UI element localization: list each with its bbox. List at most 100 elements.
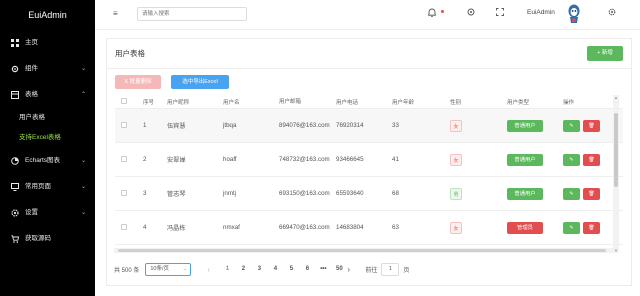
table-row: 3 管志琴 jnmtj 693150@163.com 65593640 68 男… — [115, 177, 623, 211]
prev-page-icon[interactable]: ‹ — [207, 265, 219, 274]
vertical-scrollbar[interactable]: ▲ ▼ — [613, 95, 619, 253]
delete-button[interactable]: 🗑 — [583, 187, 600, 200]
fullscreen-icon[interactable] — [496, 8, 504, 18]
next-page-icon[interactable]: › — [347, 265, 359, 274]
grid-icon — [11, 39, 19, 47]
export-excel-button[interactable]: 选中导出Excel — [171, 75, 229, 89]
column-header: 用户电话 — [336, 100, 359, 106]
user-type-badge[interactable]: 普通用户 — [507, 187, 543, 200]
page-number[interactable]: 5 — [283, 266, 299, 272]
row-username: jnmtj — [223, 190, 237, 197]
user-table: 序号 用户昵称 用户名 用户邮箱 用户电话 用户年龄 性别 用户类型 操作 1 … — [115, 96, 623, 245]
row-index: 3 — [143, 190, 147, 197]
sidebar-subitem-excel-table[interactable]: 支持Excel表格 — [0, 128, 95, 148]
row-age: 68 — [392, 190, 399, 197]
monitor-icon — [11, 183, 19, 191]
sidebar-item-settings[interactable]: 设置 ⌄ — [0, 200, 95, 226]
sidebar-item-label: 常用页面 — [25, 183, 51, 190]
page-number[interactable]: 50 — [331, 266, 347, 272]
page-size-select[interactable]: 10条/页 ⌄ — [145, 262, 192, 276]
row-nickname: 管志琴 — [167, 191, 186, 198]
row-email: 894076@163.com — [279, 122, 330, 129]
scroll-up-icon[interactable]: ▲ — [613, 95, 619, 100]
delete-button[interactable]: 🗑 — [583, 119, 600, 132]
row-username: hoaff — [223, 156, 237, 163]
user-type-badge[interactable]: 普通用户 — [507, 119, 543, 132]
page-number[interactable]: 2 — [235, 266, 251, 272]
page-number[interactable]: 3 — [251, 266, 267, 272]
app-title: EuiAdmin — [28, 10, 67, 20]
top-header: ≡ EuiAdmin — [95, 0, 640, 30]
delete-button[interactable]: 🗑 — [583, 153, 600, 166]
sidebar-item-home[interactable]: 主页 — [0, 30, 95, 56]
page-suffix: 页 — [403, 267, 410, 274]
skin-icon[interactable] — [467, 8, 475, 18]
scrollbar-thumb[interactable] — [614, 113, 618, 187]
search-input[interactable] — [137, 7, 247, 21]
row-age: 63 — [392, 224, 399, 231]
sex-tag: 女 — [450, 153, 462, 166]
edit-button[interactable]: ✎ — [563, 119, 580, 132]
chart-icon — [11, 157, 19, 165]
row-index: 2 — [143, 156, 147, 163]
chevron-down-icon: ⌄ — [183, 265, 188, 272]
row-nickname: 伍宾慧 — [167, 123, 186, 130]
table-row: 4 冯晶栋 nmxaf 669470@163.com 14683804 63 女… — [115, 211, 623, 245]
user-name[interactable]: EuiAdmin — [527, 9, 555, 16]
row-checkbox[interactable] — [121, 155, 127, 162]
edit-button[interactable]: ✎ — [563, 221, 580, 234]
table-header-row: 序号 用户昵称 用户名 用户邮箱 用户电话 用户年龄 性别 用户类型 操作 — [115, 96, 623, 109]
row-phone: 65593640 — [336, 190, 364, 197]
row-email: 748732@163.com — [279, 156, 330, 163]
page-number[interactable]: 1 — [219, 266, 235, 272]
table-row: 2 安翠婵 hoaff 748732@163.com 93466645 41 女… — [115, 143, 623, 177]
divider — [107, 68, 631, 69]
chevron-down-icon: ⌄ — [80, 210, 86, 216]
row-username: nmxaf — [223, 224, 240, 231]
scrollbar-thumb[interactable] — [118, 249, 606, 252]
column-header: 用户类型 — [507, 100, 530, 106]
sidebar-item-common-pages[interactable]: 常用页面 ⌄ — [0, 174, 95, 200]
status-dot-icon — [441, 10, 444, 13]
page-ellipsis[interactable]: ••• — [315, 266, 331, 272]
pagination: 共 500 条 10条/页 ⌄ ‹ 1 2 3 4 5 6 ••• 50 › 前… — [114, 262, 409, 276]
sidebar-subitem-user-table[interactable]: 用户表格 — [0, 108, 95, 128]
sidebar-item-label: 组件 — [25, 65, 38, 72]
goto-page-input[interactable]: 1 — [381, 262, 400, 276]
cart-icon — [11, 235, 19, 243]
edit-button[interactable]: ✎ — [563, 187, 580, 200]
add-user-button[interactable]: + 新增 — [587, 46, 623, 61]
row-checkbox[interactable] — [121, 121, 127, 128]
menu-icon[interactable]: ≡ — [113, 9, 118, 18]
chevron-up-icon: ⌃ — [80, 92, 86, 98]
row-index: 4 — [143, 224, 147, 231]
gear-icon — [11, 65, 19, 73]
delete-button[interactable]: 🗑 — [583, 221, 600, 234]
gear-icon[interactable] — [608, 8, 616, 18]
row-checkbox[interactable] — [121, 189, 127, 196]
row-age: 41 — [392, 156, 399, 163]
avatar[interactable] — [567, 3, 581, 25]
batch-delete-button[interactable]: X 批量删除 — [115, 75, 161, 89]
sidebar-item-get-source[interactable]: 获取源码 — [0, 226, 95, 252]
page-number[interactable]: 6 — [299, 266, 315, 272]
row-nickname: 安翠婵 — [167, 157, 186, 164]
row-checkbox[interactable] — [121, 223, 127, 230]
page-size-value: 10条/页 — [150, 265, 170, 272]
bell-icon[interactable] — [427, 8, 437, 19]
horizontal-scrollbar[interactable] — [114, 248, 614, 253]
user-type-badge[interactable]: 普通用户 — [507, 153, 543, 166]
row-phone: 93466645 — [336, 156, 364, 163]
sidebar-item-echarts[interactable]: Echarts图表 ⌄ — [0, 148, 95, 174]
sidebar-item-components[interactable]: 组件 ⌄ — [0, 56, 95, 82]
select-all-checkbox[interactable] — [121, 98, 127, 104]
column-header: 用户年龄 — [392, 100, 415, 106]
column-header: 用户邮箱 — [279, 98, 302, 105]
sex-tag: 女 — [450, 221, 462, 234]
user-type-badge[interactable]: 管理员 — [507, 221, 543, 234]
sidebar-item-tables[interactable]: 表格 ⌃ — [0, 82, 95, 108]
chevron-down-icon: ⌄ — [80, 66, 86, 72]
page-number[interactable]: 4 — [267, 266, 283, 272]
edit-button[interactable]: ✎ — [563, 153, 580, 166]
sidebar: EuiAdmin 主页 组件 ⌄ 表格 ⌃ 用户表格 支持Excel表格 Ech… — [0, 0, 95, 296]
